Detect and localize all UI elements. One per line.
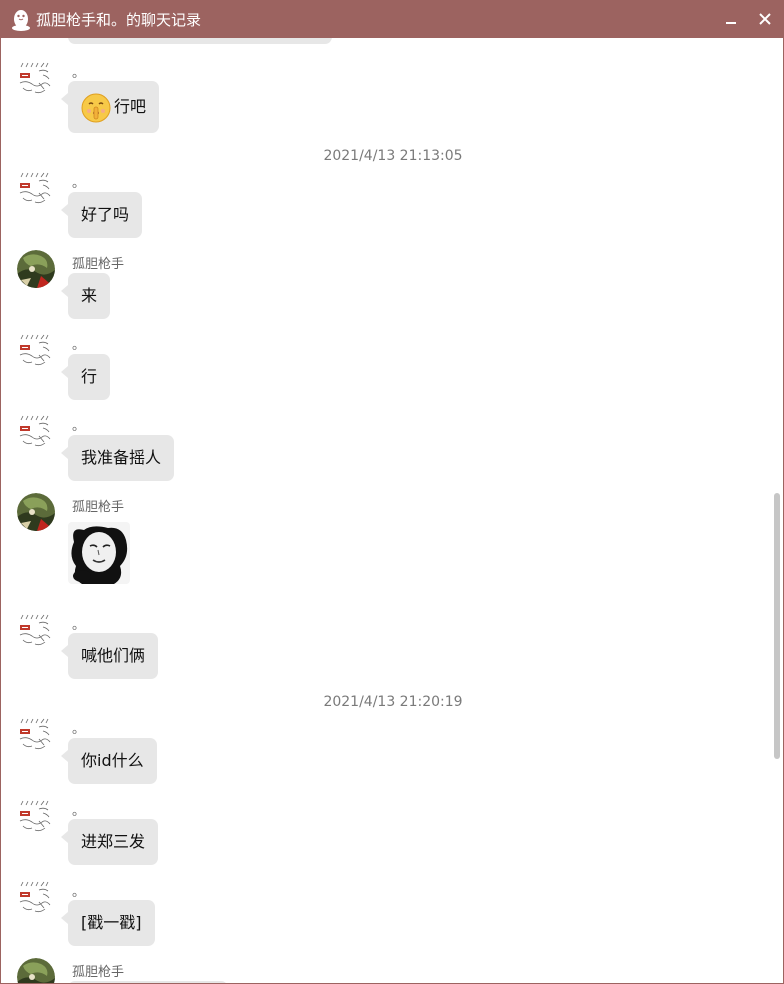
message-text: 我准备摇人 (81, 448, 162, 467)
message-text: 行 (81, 367, 98, 386)
photo-avatar[interactable] (17, 958, 55, 983)
sketch-avatar[interactable] (17, 333, 53, 369)
scrollbar-thumb[interactable] (774, 493, 780, 759)
window-title: 孤胆枪手和。的聊天记录 (36, 11, 202, 29)
sender-name: 孤胆枪手 (72, 257, 125, 272)
message-bubble[interactable]: 行 (60, 354, 111, 400)
message-text: [戳一戳] (81, 913, 142, 932)
photo-avatar[interactable] (17, 493, 55, 531)
message-bubble[interactable] (68, 981, 228, 983)
sketch-avatar[interactable] (17, 613, 53, 649)
sender-name: 。 (72, 885, 86, 900)
message-bubble[interactable]: 你id什么 (61, 738, 157, 784)
sender-name: 。 (72, 338, 86, 353)
close-button[interactable] (753, 8, 777, 30)
message-text: 你id什么 (81, 751, 144, 770)
message-bubble[interactable]: 行吧 (60, 81, 160, 133)
close-icon (759, 13, 771, 25)
message-text: 进郑三发 (81, 832, 146, 851)
title-bar[interactable]: 孤胆枪手和。的聊天记录 (1, 1, 783, 38)
message-text: 行吧 (114, 97, 147, 116)
sender-name: 。 (72, 176, 86, 191)
minimize-button[interactable] (719, 8, 743, 30)
sketch-avatar[interactable] (17, 799, 53, 835)
qq-penguin-icon (11, 9, 31, 31)
sender-name: 孤胆枪手 (72, 965, 125, 980)
sketch-avatar[interactable] (17, 717, 53, 753)
sketch-avatar[interactable] (17, 880, 53, 916)
sender-name: 。 (72, 722, 86, 737)
sender-name: 。 (72, 66, 86, 81)
shush-emoji-icon (81, 93, 111, 123)
message-bubble[interactable]: 喊他们俩 (60, 633, 159, 679)
sender-name: 孤胆枪手 (72, 500, 125, 515)
message-bubble[interactable]: 好了吗 (60, 192, 143, 238)
message-bubble[interactable]: 我准备摇人 (60, 435, 175, 481)
sender-name: 。 (72, 419, 86, 434)
minimize-icon (726, 22, 736, 24)
timestamp: 2021/4/13 21:13:05 (323, 148, 463, 164)
timestamp: 2021/4/13 21:20:19 (323, 694, 463, 710)
sender-name: 。 (72, 618, 86, 633)
photo-avatar[interactable] (17, 250, 55, 288)
sketch-avatar[interactable] (17, 414, 53, 450)
message-text: 来 (81, 286, 98, 305)
message-bubble[interactable]: [戳一戳] (61, 900, 155, 946)
message-text: 好了吗 (81, 205, 130, 224)
message-list[interactable]: 。 行吧 2021/4/13 21:13:05 。 好了吗 孤胆枪手 来 。 行… (1, 38, 783, 983)
vertical-scrollbar[interactable] (771, 38, 783, 983)
message-bubble[interactable]: 来 (60, 273, 111, 319)
message-bubble[interactable]: 进郑三发 (60, 819, 159, 865)
message-bubble[interactable] (68, 38, 332, 44)
panda-meme-sticker[interactable] (68, 522, 130, 584)
sketch-avatar[interactable] (17, 61, 53, 97)
chat-history-window: 孤胆枪手和。的聊天记录 。 行吧 2021/4/13 21:13:05 。 好了… (0, 0, 784, 984)
sketch-avatar[interactable] (17, 171, 53, 207)
message-text: 喊他们俩 (81, 646, 146, 665)
sender-name: 。 (72, 804, 86, 819)
